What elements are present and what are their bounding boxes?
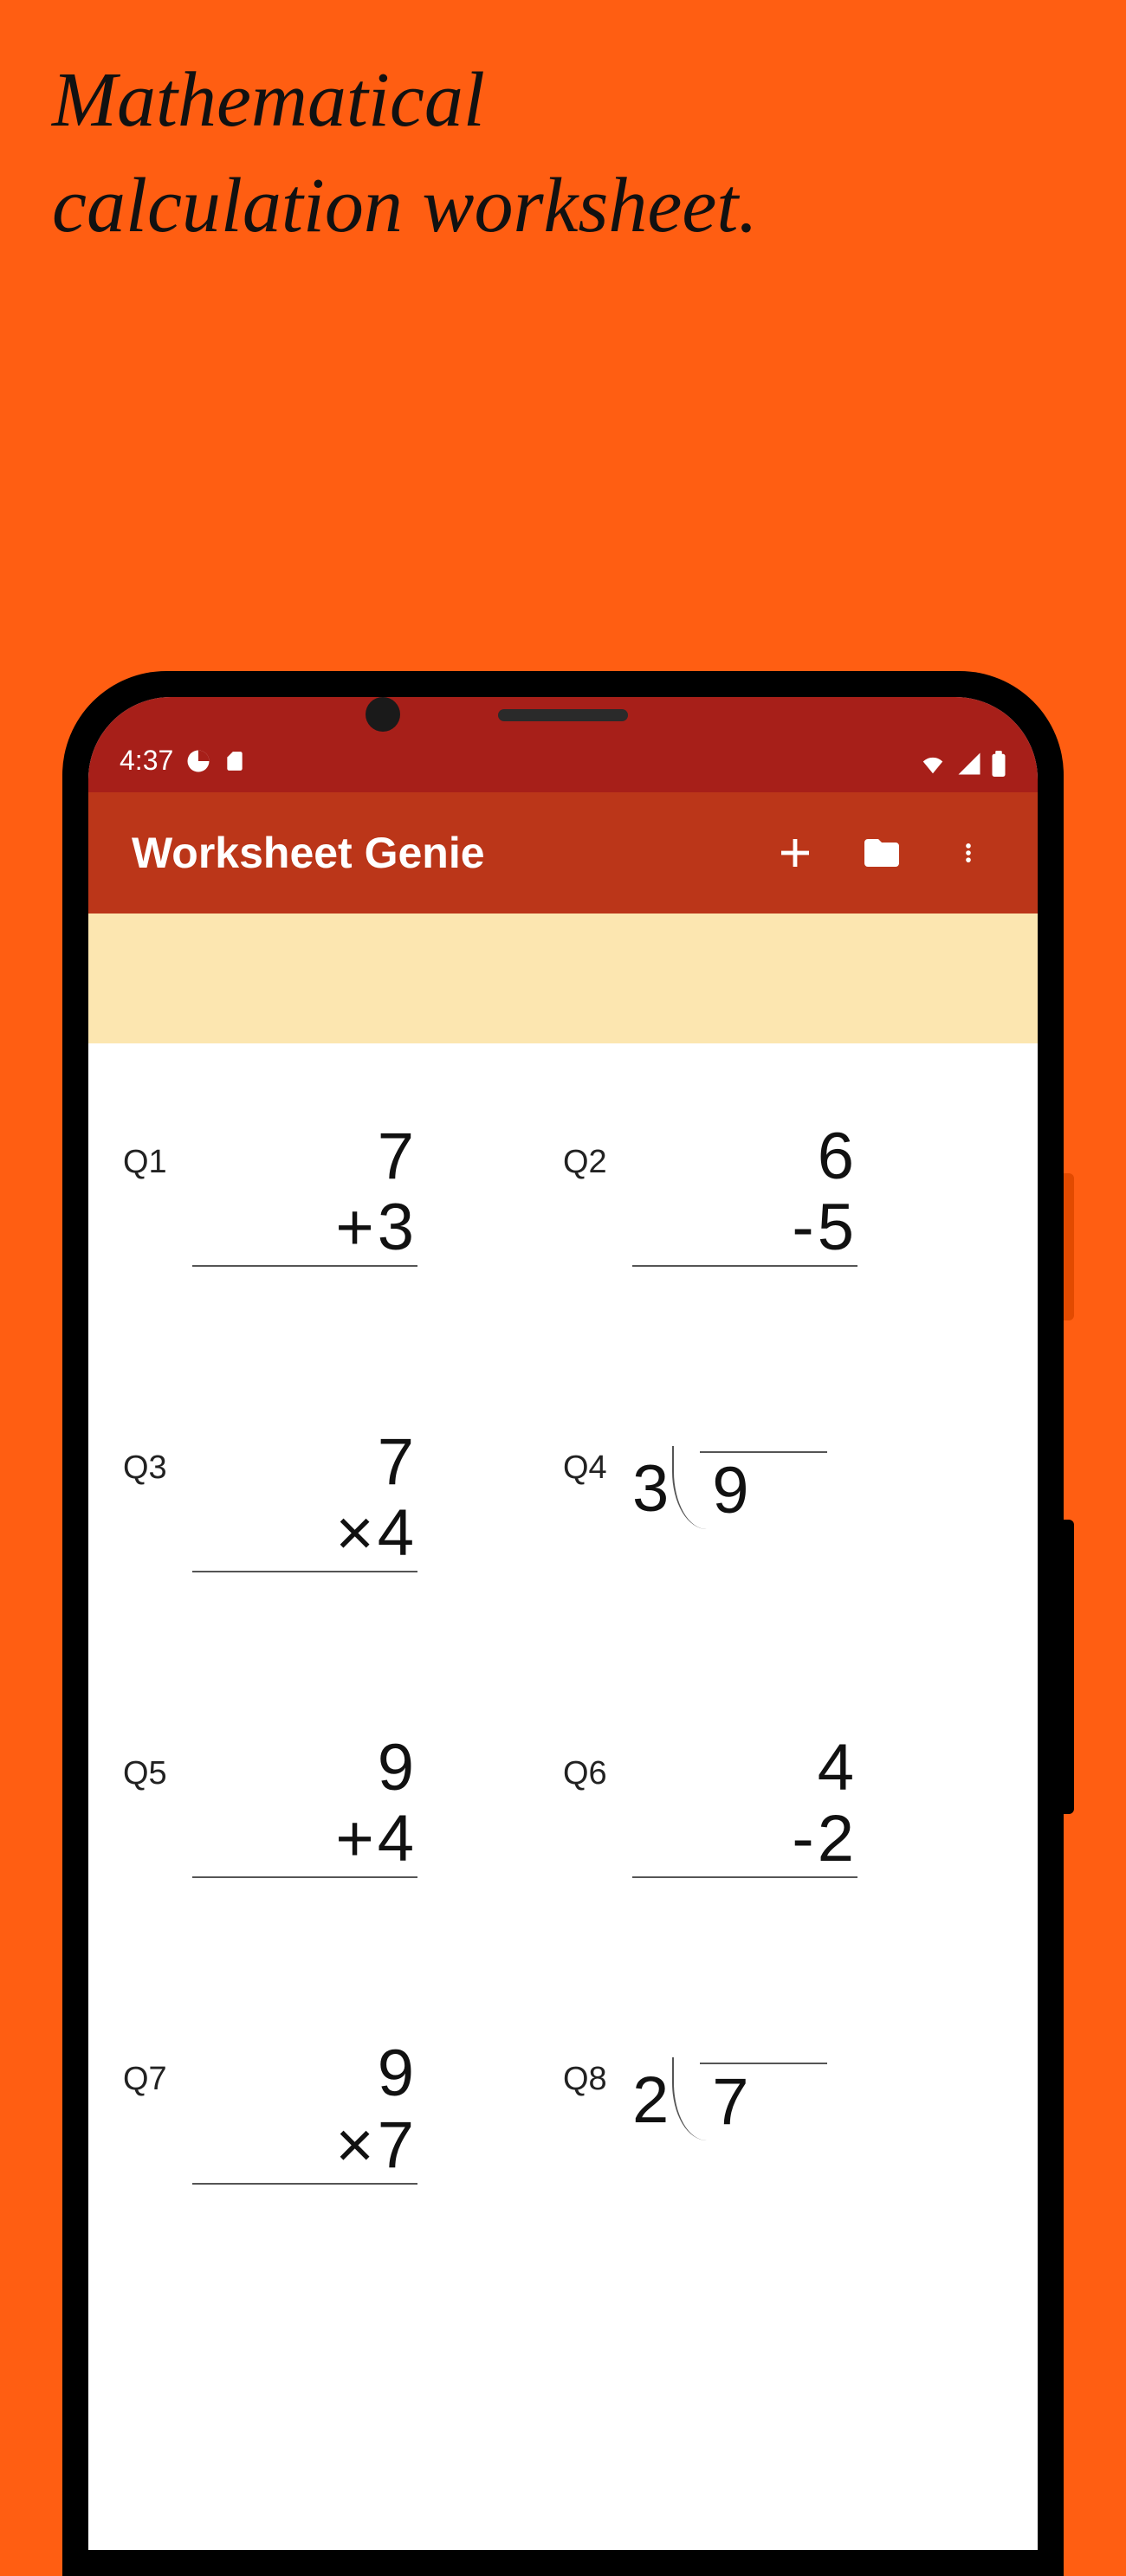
phone-frame: 4:37 Workshe [62,671,1064,2576]
phone-speaker [498,709,628,721]
division-bracket-icon [672,2057,707,2140]
division-bracket-icon [672,1446,707,1529]
operand-bottom: ×7 [192,2110,417,2185]
problem-q2: Q2 6 -5 [563,1121,1003,1267]
problem-q4: Q4 3 9 [563,1427,1003,1572]
timer-icon [185,748,211,774]
operand-top: 4 [632,1733,857,1804]
app-title: Worksheet Genie [132,828,752,878]
problem-q8: Q8 2 7 [563,2038,1003,2184]
more-button[interactable] [925,810,1012,896]
promo-title-line2: calculation worksheet. [52,163,758,249]
question-label: Q8 [563,2038,632,2098]
operand-top: 6 [632,1121,857,1192]
operand-bottom: -2 [632,1804,857,1878]
divisor: 3 [632,1451,677,1527]
operand-bottom: ×4 [192,1498,417,1572]
question-label: Q7 [123,2038,192,2098]
status-time: 4:37 [120,745,173,777]
problem-q1: Q1 7 +3 [123,1121,563,1267]
question-label: Q2 [563,1121,632,1181]
folder-button[interactable] [838,810,925,896]
problem-q7: Q7 9 ×7 [123,2038,563,2184]
plus-icon [774,832,816,874]
wifi-icon [918,751,948,777]
operand-top: 7 [192,1427,417,1498]
signal-icon [956,751,982,777]
question-label: Q3 [123,1427,192,1487]
operand-top: 9 [192,1733,417,1804]
banner-strip [88,914,1038,1043]
app-bar: Worksheet Genie [88,792,1038,914]
question-label: Q5 [123,1733,192,1792]
question-label: Q1 [123,1121,192,1181]
phone-screen: 4:37 Workshe [88,697,1038,2550]
problem-q3: Q3 7 ×4 [123,1427,563,1572]
operand-top: 9 [192,2038,417,2109]
dividend: 7 [700,2063,826,2140]
add-button[interactable] [752,810,838,896]
phone-power-button [1064,1173,1074,1320]
dividend: 9 [700,1451,826,1528]
battery-icon [991,751,1006,777]
phone-volume-button [1064,1520,1074,1814]
question-label: Q4 [563,1427,632,1487]
divisor: 2 [632,2063,677,2138]
operand-bottom: +3 [192,1192,417,1267]
question-label: Q6 [563,1733,632,1792]
more-vert-icon [956,832,980,874]
operand-bottom: +4 [192,1804,417,1878]
promo-title-line1: Mathematical [52,57,485,143]
worksheet: Q1 7 +3 Q2 6 -5 Q3 [88,1043,1038,2185]
folder-icon [858,832,905,874]
operand-top: 7 [192,1121,417,1192]
promo-title: Mathematical calculation worksheet. [52,48,758,258]
problem-q6: Q6 4 -2 [563,1733,1003,1878]
problem-q5: Q5 9 +4 [123,1733,563,1878]
sd-card-icon [223,748,246,774]
operand-bottom: -5 [632,1192,857,1267]
phone-camera [366,697,400,732]
